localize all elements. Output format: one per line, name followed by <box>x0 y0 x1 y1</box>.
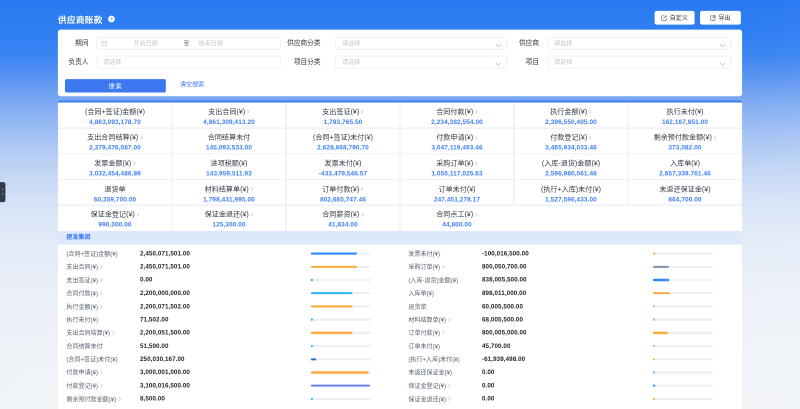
svg-text:?: ? <box>110 17 113 22</box>
